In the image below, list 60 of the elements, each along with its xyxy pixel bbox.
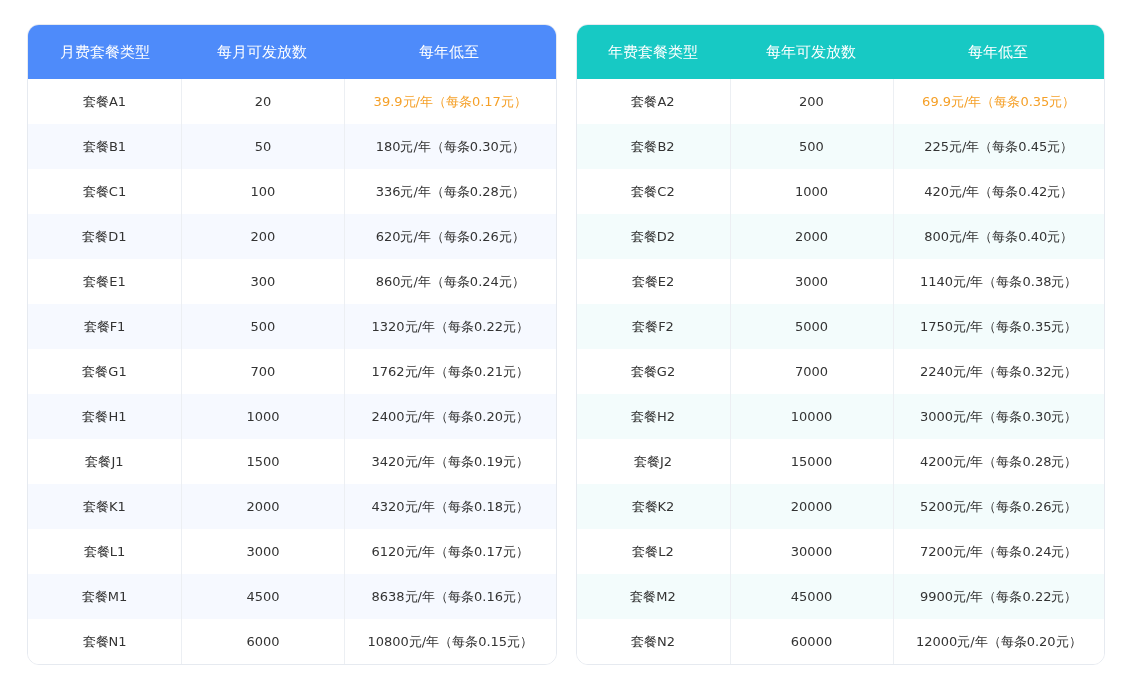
table-cell: 套餐E2 — [576, 259, 731, 304]
column-header: 年费套餐类型 — [607, 41, 699, 63]
table-cell: 6000 — [182, 619, 345, 664]
table-cell-text: 225元/年（每条0.45元） — [923, 137, 1075, 156]
table-cell: 套餐G2 — [576, 349, 731, 394]
table-cell-text: 860元/年（每条0.24元） — [374, 272, 526, 291]
table-cell-text: 2400元/年（每条0.20元） — [370, 407, 530, 426]
table-cell: 套餐A2 — [576, 79, 731, 124]
table-cell: 套餐L1 — [28, 529, 182, 574]
table-cell: 套餐N2 — [576, 619, 731, 664]
table-cell-text: 336元/年（每条0.28元） — [374, 182, 526, 201]
table-cell: 套餐J2 — [576, 439, 731, 484]
table-cell: 20 — [182, 79, 345, 124]
table-cell-text: 5200元/年（每条0.26元） — [919, 497, 1079, 516]
table-cell: 套餐E1 — [28, 259, 182, 304]
table-cell-text: 2240元/年（每条0.32元） — [919, 362, 1079, 381]
table-cell-text: 3000元/年（每条0.30元） — [919, 407, 1079, 426]
table-cell-text: 800元/年（每条0.40元） — [923, 227, 1075, 246]
table-cell-text: 1140元/年（每条0.38元） — [919, 272, 1079, 291]
table-cell-text: 1762元/年（每条0.21元） — [370, 362, 530, 381]
column-header: 月费套餐类型 — [58, 41, 151, 63]
table-cell-text: 9900元/年（每条0.22元） — [919, 587, 1079, 606]
table-cell: 套餐C1 — [28, 169, 182, 214]
table-cell-text: 1320元/年（每条0.22元） — [370, 317, 530, 336]
table-cell: 套餐N1 — [28, 619, 182, 664]
table-cell-text: 180元/年（每条0.30元） — [374, 137, 526, 156]
table-cell-text: 620元/年（每条0.26元） — [374, 227, 526, 246]
column-header: 每年低至 — [966, 41, 1029, 63]
table-cell-text: 420元/年（每条0.42元） — [923, 182, 1075, 201]
table-cell: 套餐L2 — [576, 529, 731, 574]
table-cell-text: 39.9元/年（每条0.17元） — [372, 92, 528, 111]
column-header: 每年可发放数 — [764, 41, 857, 63]
table-cell: 700 — [182, 349, 345, 394]
table-cell-text: 10800元/年（每条0.15元） — [366, 632, 535, 651]
table-cell: 30000 — [730, 529, 894, 574]
table-cell-text: 1750元/年（每条0.35元） — [919, 317, 1079, 336]
table-cell: 7000 — [730, 349, 894, 394]
table-cell: 15000 — [730, 439, 894, 484]
table-cell: 1500 — [182, 439, 345, 484]
table-cell-text: 69.9元/年（每条0.35元） — [921, 92, 1077, 111]
table-cell: 300 — [182, 259, 345, 304]
table-cell-text: 6120元/年（每条0.17元） — [370, 542, 530, 561]
table-cell: 60000 — [730, 619, 894, 664]
table-cell: 3000 — [730, 259, 894, 304]
column-header: 每月可发放数 — [216, 41, 308, 63]
table-cell: 100 — [182, 169, 345, 214]
table-cell: 200 — [730, 79, 894, 124]
table-cell-text: 8638元/年（每条0.16元） — [370, 587, 530, 606]
table-cell: 套餐G1 — [28, 349, 182, 394]
table-cell-text: 4200元/年（每条0.28元） — [919, 452, 1079, 471]
table-cell: 套餐C2 — [576, 169, 731, 214]
table-cell: 套餐A1 — [28, 79, 182, 124]
column-header: 每年低至 — [418, 41, 481, 63]
table-cell: 套餐J1 — [28, 439, 182, 484]
table-cell-text: 3420元/年（每条0.19元） — [370, 452, 530, 471]
table-cell: 1000 — [730, 169, 894, 214]
table-cell-text: 7200元/年（每条0.24元） — [919, 542, 1079, 561]
table-cell-text: 12000元/年（每条0.20元） — [914, 632, 1083, 651]
table-cell: 3000 — [182, 529, 345, 574]
table-cell-text: 4320元/年（每条0.18元） — [370, 497, 530, 516]
